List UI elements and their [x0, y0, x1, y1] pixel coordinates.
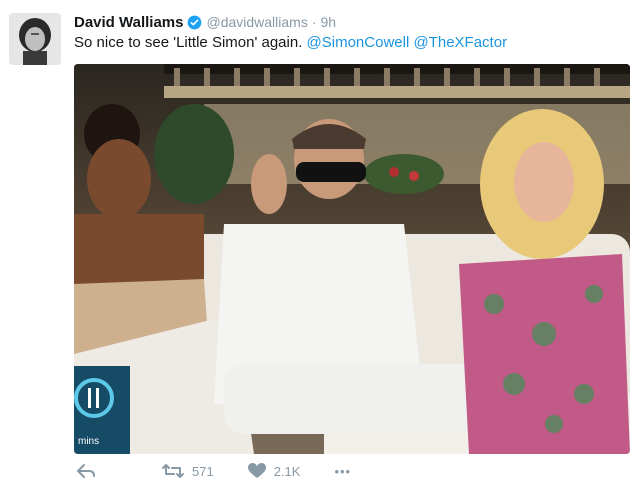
reply-icon: [77, 464, 95, 478]
separator-dot: ·: [311, 14, 317, 30]
retweet-count: 571: [192, 463, 214, 479]
more-icon: •••: [334, 463, 352, 479]
avatar[interactable]: [9, 13, 61, 65]
timestamp[interactable]: 9h: [321, 14, 337, 30]
avatar-image: [9, 13, 61, 65]
retweet-button[interactable]: 571: [162, 463, 214, 479]
reply-button[interactable]: [76, 463, 96, 479]
mention-thexfactor[interactable]: @TheXFactor: [413, 34, 507, 51]
photo-illustration: [74, 64, 630, 454]
tweet-actions: 571 2.1K •••: [76, 462, 385, 480]
channel-badge-label: mins: [78, 436, 100, 447]
tweet-text-body: So nice to see 'Little Simon' again.: [74, 34, 307, 51]
tweet-text: So nice to see 'Little Simon' again. @Si…: [74, 34, 507, 51]
heart-icon: [247, 463, 266, 478]
display-name[interactable]: David Walliams: [74, 14, 183, 31]
more-options-button[interactable]: •••: [334, 464, 351, 479]
like-count: 2.1K: [273, 463, 301, 479]
like-button[interactable]: 2.1K: [247, 463, 301, 479]
retweet-icon: [162, 464, 184, 478]
user-handle[interactable]: @davidwalliams: [206, 14, 307, 30]
verified-badge-icon: [188, 15, 202, 29]
tweet-photo[interactable]: mins: [74, 64, 630, 454]
mention-simoncowell[interactable]: @SimonCowell: [307, 34, 410, 51]
tweet-header: David Walliams @davidwalliams · 9h: [74, 12, 336, 32]
